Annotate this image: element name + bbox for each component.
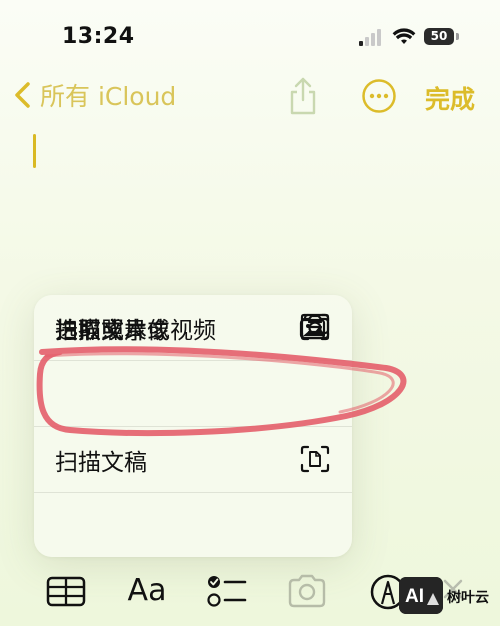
status-bar: 13:24 50 [0, 0, 500, 70]
document-scan-icon [300, 445, 330, 473]
menu-divider [34, 492, 352, 493]
battery-level: 50 [424, 28, 454, 45]
chevron-left-icon [15, 82, 30, 108]
menu-item-scan-documents[interactable]: 扫描文稿 [34, 427, 352, 492]
text-cursor [33, 134, 36, 168]
battery-nub [456, 33, 459, 40]
camera-icon[interactable] [286, 570, 328, 612]
status-time: 13:24 [62, 24, 135, 49]
menu-divider [34, 360, 352, 361]
text-style-button[interactable]: Aa [123, 570, 171, 612]
checklist-icon[interactable] [205, 570, 249, 612]
menu-divider [34, 426, 352, 427]
done-button[interactable]: 完成 [425, 80, 475, 116]
menu-item-label: 扫描文稿 [55, 450, 147, 476]
attachment-menu: 选取照片或视频 扫描文稿 拍照或录像 扫描文本 [34, 295, 352, 557]
more-options-icon[interactable] [361, 78, 397, 114]
navigation-bar: 所有 iCloud 完成 [0, 70, 500, 122]
share-icon[interactable] [286, 76, 320, 116]
cellular-signal-icon [359, 28, 385, 46]
watermark-text: 树叶云 [447, 590, 489, 606]
back-button-label: 所有 iCloud [40, 82, 177, 111]
menu-item-label: 扫描文本 [55, 318, 147, 344]
menu-item-scan-text[interactable]: 扫描文本 [34, 295, 352, 360]
watermark: AI 树叶云 [399, 577, 495, 614]
table-icon[interactable] [45, 570, 87, 612]
wifi-icon [392, 28, 416, 44]
text-scan-icon [300, 313, 330, 341]
back-button[interactable]: 所有 iCloud [10, 78, 176, 112]
watermark-logo-text: AI [405, 586, 424, 607]
watermark-logo: AI [399, 577, 443, 614]
